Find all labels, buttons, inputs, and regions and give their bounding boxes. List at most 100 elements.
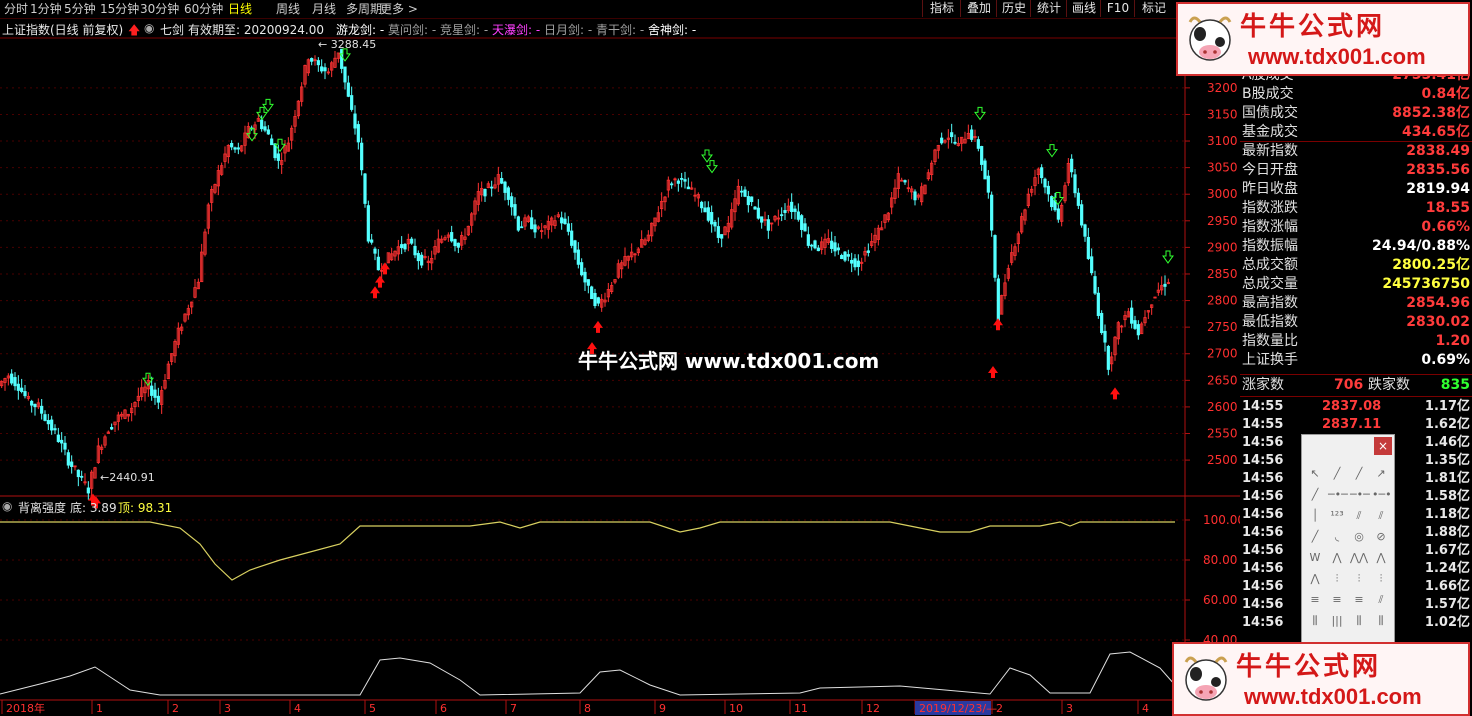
candlestick [730, 202, 734, 230]
period-button-1[interactable]: 1分钟 [30, 1, 62, 17]
dropdown-circle-icon[interactable]: ◉ [2, 499, 12, 513]
drawing-tool-icon[interactable]: ╱ [1306, 528, 1324, 546]
candlestick [863, 246, 867, 262]
candlestick [613, 279, 617, 285]
panel-row-label: 总成交量 [1242, 276, 1298, 292]
indicator-name[interactable]: 七剑 [160, 21, 184, 38]
candlestick [726, 216, 730, 239]
candlestick [883, 214, 887, 229]
buy-arrow-icon [375, 275, 385, 288]
drawing-tool-icon[interactable]: ↖ [1306, 465, 1324, 483]
drawing-tool-icon[interactable]: ¹²³ [1328, 507, 1346, 525]
price-tick-label: 2700 [1207, 347, 1238, 361]
drawing-tool-icon[interactable]: ≡ [1350, 591, 1368, 609]
candlestick [600, 294, 604, 312]
drawing-tool-icon[interactable]: ⫼ [1350, 612, 1368, 630]
drawing-tool-icon[interactable]: ─•─ [1350, 486, 1370, 504]
period-button-6[interactable]: 日线 [228, 1, 252, 17]
drawing-tool-icon[interactable]: ≡ [1328, 591, 1346, 609]
candlestick [1000, 294, 1004, 315]
dropdown-circle-icon[interactable]: ◉ [144, 21, 154, 35]
toolbar-button-6[interactable]: 标记 [1134, 0, 1173, 17]
candlestick [830, 231, 834, 254]
toolbar-button-1[interactable]: 叠加 [960, 0, 997, 17]
drawing-tool-icon[interactable]: ⊘ [1372, 528, 1390, 546]
candlestick [860, 257, 864, 271]
candlestick [213, 183, 217, 195]
candlestick [350, 86, 354, 112]
candlestick [96, 437, 100, 464]
close-toolbox-button[interactable]: × [1374, 437, 1392, 455]
drawing-tool-icon[interactable]: ⫶ [1372, 570, 1390, 588]
candlestick [596, 296, 600, 307]
drawing-tool-icon[interactable]: ||| [1328, 612, 1346, 630]
low-annotation: ←2440.91 [100, 471, 155, 484]
drawing-tool-icon[interactable]: ⋀ [1306, 570, 1324, 588]
candlestick [426, 255, 430, 271]
candlestick [620, 260, 624, 279]
candlestick [123, 409, 127, 420]
drawing-tool-icon[interactable]: ╱ [1328, 465, 1346, 483]
tick-volume: 1.81亿 [1424, 471, 1470, 486]
period-button-10[interactable]: 更多 > [380, 1, 418, 17]
candlestick [840, 253, 844, 260]
candlestick [903, 179, 907, 185]
period-button-2[interactable]: 5分钟 [64, 1, 96, 17]
period-button-4[interactable]: 30分钟 [140, 1, 179, 17]
drawing-tool-icon[interactable]: ⋀ [1328, 549, 1346, 567]
candlestick [206, 202, 210, 235]
candlestick [40, 398, 44, 420]
candlestick [866, 243, 870, 257]
drawing-tool-icon[interactable]: W [1306, 549, 1324, 567]
candlestick [963, 131, 967, 144]
buy-arrow-icon [1110, 387, 1120, 400]
candlestick [90, 469, 94, 497]
candlestick [133, 401, 137, 416]
candlestick [296, 100, 300, 119]
drawing-tool-icon[interactable]: ◟ [1328, 528, 1346, 546]
toolbar-button-2[interactable]: 历史 [996, 0, 1031, 17]
indicator-tick-label: 100.00 [1203, 513, 1240, 527]
top-value: 顶: 98.31 [118, 501, 173, 515]
candlestick [53, 424, 57, 435]
period-button-8[interactable]: 月线 [312, 1, 336, 17]
toolbar-button-5[interactable]: F10 [1100, 0, 1135, 17]
period-button-7[interactable]: 周线 [276, 1, 300, 17]
period-button-3[interactable]: 15分钟 [100, 1, 139, 17]
candlestick [396, 239, 400, 261]
drawing-tool-icon[interactable]: ╱ [1350, 465, 1368, 483]
drawing-tool-icon[interactable]: ⋀ [1372, 549, 1390, 567]
index-name[interactable]: 上证指数(日线 前复权) [2, 21, 123, 38]
candlestick [483, 188, 487, 203]
drawing-tool-icon[interactable]: ⫽ [1372, 507, 1390, 525]
candlestick [346, 75, 350, 98]
drawing-tool-icon[interactable]: ⫼ [1372, 612, 1390, 630]
drawing-tool-icon[interactable]: ⫼ [1306, 612, 1324, 630]
drawing-tool-icon[interactable]: │ [1306, 507, 1324, 525]
drawing-tool-icon[interactable]: ◎ [1350, 528, 1368, 546]
drawing-tool-icon[interactable]: ─•─ [1328, 486, 1348, 504]
candlestick [680, 172, 684, 188]
drawing-tool-icon[interactable]: ⫶ [1350, 570, 1368, 588]
drawing-tool-icon[interactable]: ≡ [1306, 591, 1324, 609]
toolbar-button-0[interactable]: 指标 [922, 0, 961, 17]
period-button-9[interactable]: 多周期 [346, 1, 382, 17]
drawing-tool-icon[interactable]: ⫽ [1372, 591, 1390, 609]
candlestick [1166, 278, 1170, 285]
drawing-tool-icon[interactable]: ⫽ [1350, 507, 1368, 525]
period-button-5[interactable]: 60分钟 [184, 1, 223, 17]
toolbar-button-4[interactable]: 画线 [1066, 0, 1101, 17]
toolbar-button-3[interactable]: 统计 [1030, 0, 1067, 17]
drawing-tool-icon[interactable]: ╱ [1306, 486, 1324, 504]
drawing-tool-icon[interactable]: •─• [1372, 486, 1392, 504]
drawing-tool-icon[interactable]: ⫶ [1328, 570, 1346, 588]
panel-row-value: 2819.94 [1406, 181, 1470, 197]
period-button-0[interactable]: 分时 [4, 1, 28, 17]
drawing-tool-icon[interactable]: ⋀⋀ [1350, 549, 1368, 567]
drawing-tool-icon[interactable]: ↗ [1372, 465, 1390, 483]
chart-title-bar: 上证指数(日线 前复权) 🡅 ◉ 七剑 有效期至: 20200924.00 游龙… [0, 19, 1185, 37]
candlestick [1050, 195, 1054, 211]
tick-time: 14:56 [1242, 453, 1284, 468]
indicator-title[interactable]: 背离强度 [18, 499, 66, 516]
candlestick [360, 137, 364, 176]
